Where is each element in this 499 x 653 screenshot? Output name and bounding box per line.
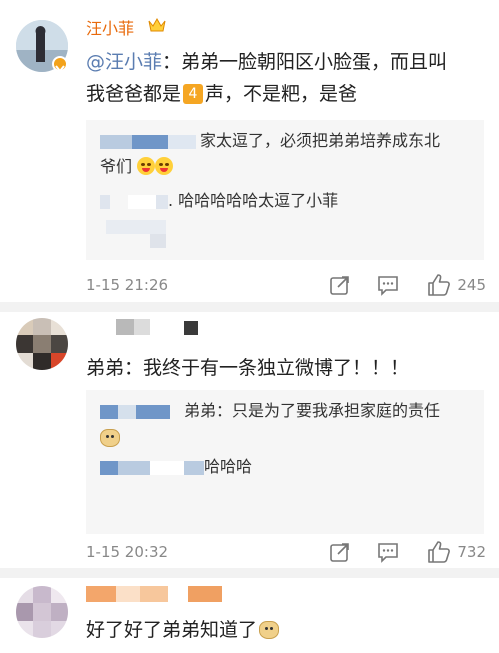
forward-icon — [330, 543, 350, 562]
comment-icon — [378, 276, 399, 296]
reply-item: . 哈哈哈哈哈太逗了小菲 — [100, 188, 338, 214]
comment-button[interactable] — [377, 274, 399, 296]
blurred-username-part — [184, 321, 198, 335]
comment-footer: 1-15 21:26 245 — [86, 271, 486, 299]
comment-text-line2a: 我爸爸都是 — [86, 83, 182, 105]
crown-icon — [148, 17, 166, 37]
comment-text-line1: ：弟弟一脸朝阳区小脸蛋，而且叫 — [162, 51, 448, 73]
divider — [0, 302, 499, 312]
reply-text: 哈哈哈 — [204, 457, 253, 476]
comment-text: @汪小菲：弟弟一脸朝阳区小脸蛋，而且叫 我爸爸都是 4 声，不是粑，是爸 — [86, 46, 486, 110]
like-button[interactable]: 245 — [427, 273, 486, 297]
tone-badge: 4 — [183, 84, 204, 104]
blurred-username — [100, 134, 132, 149]
mention-link[interactable]: @汪小菲 — [86, 51, 162, 73]
comment-text: 好了好了弟弟知道了 — [86, 614, 280, 646]
comment-text: 弟弟：我终于有一条独立微博了！！！ — [86, 357, 410, 379]
reply-text: . 哈哈哈哈哈太逗了小菲 — [168, 191, 339, 210]
blurred-username — [100, 194, 110, 209]
avatar[interactable] — [16, 318, 68, 370]
forward-button[interactable] — [329, 541, 351, 563]
blurred-username-part — [150, 460, 184, 475]
blurred-username — [150, 234, 166, 248]
like-icon — [428, 541, 451, 563]
comment-text-line2b: 声，不是粑，是爸 — [205, 83, 358, 105]
blurred-username-part — [184, 460, 204, 475]
reply-box[interactable]: 家太逗了，必须把弟弟培养成东北 爷们 . 哈哈哈哈哈太逗了小菲 — [86, 120, 484, 260]
comment-2: 弟弟：我终于有一条独立微博了！！！ 弟弟：只是为了要我承担家庭的责任 哈哈哈 1… — [0, 312, 499, 574]
blurred-username — [100, 404, 118, 419]
blurred-username-part — [118, 460, 150, 475]
like-count: 245 — [457, 276, 486, 294]
blurred-username[interactable] — [116, 319, 150, 335]
comment-text-body: 好了好了弟弟知道了 — [86, 619, 258, 641]
reply-text: 弟弟：只是为了要我承担家庭的责任 — [184, 401, 441, 420]
blurred-username[interactable] — [86, 586, 222, 602]
divider — [0, 568, 499, 578]
blurred-avatar — [16, 586, 68, 638]
forward-icon — [330, 276, 350, 295]
blurred-username — [100, 460, 118, 475]
timestamp: 1-15 20:32 — [86, 543, 169, 561]
comment-footer: 1-15 20:32 732 — [86, 538, 486, 566]
blurred-username-part — [132, 134, 168, 149]
username[interactable]: 汪小菲 — [86, 15, 134, 39]
reply-item-cont — [100, 426, 120, 452]
like-icon — [428, 274, 451, 296]
blurred-username — [106, 220, 166, 234]
doge-emoji-icon — [100, 429, 120, 447]
blurred-username-part — [136, 404, 170, 419]
comment-button[interactable] — [377, 541, 399, 563]
blurred-username-part — [168, 134, 196, 149]
forward-button[interactable] — [329, 274, 351, 296]
avatar[interactable] — [16, 586, 68, 638]
blurred-username-part — [128, 194, 156, 209]
comment-3: 好了好了弟弟知道了 — [0, 578, 499, 653]
blurred-avatar — [16, 318, 68, 370]
reply-item: 弟弟：只是为了要我承担家庭的责任 — [100, 398, 480, 424]
like-count: 732 — [457, 543, 486, 561]
grin-emoji-icon — [155, 157, 174, 175]
comment-1: 汪小菲 @汪小菲：弟弟一脸朝阳区小脸蛋，而且叫 我爸爸都是 4 声，不是粑，是爸 家… — [0, 0, 499, 302]
timestamp: 1-15 21:26 — [86, 276, 169, 294]
blurred-username-part — [118, 404, 136, 419]
reply-item: 家太逗了，必须把弟弟培养成东北 — [100, 128, 480, 154]
verified-badge-icon — [52, 56, 68, 73]
like-button[interactable]: 732 — [427, 540, 486, 564]
reply-box[interactable]: 弟弟：只是为了要我承担家庭的责任 哈哈哈 — [86, 390, 484, 534]
blurred-username-part — [156, 194, 168, 209]
comment-icon — [378, 543, 399, 563]
doge-emoji-icon — [259, 621, 280, 639]
grin-emoji-icon — [137, 157, 156, 175]
reply-item-cont: 爷们 — [100, 154, 174, 180]
reply-text: 家太逗了，必须把弟弟培养成东北 — [200, 131, 441, 150]
reply-item: 哈哈哈 — [100, 454, 480, 480]
reply-text-cont: 爷们 — [100, 157, 133, 176]
